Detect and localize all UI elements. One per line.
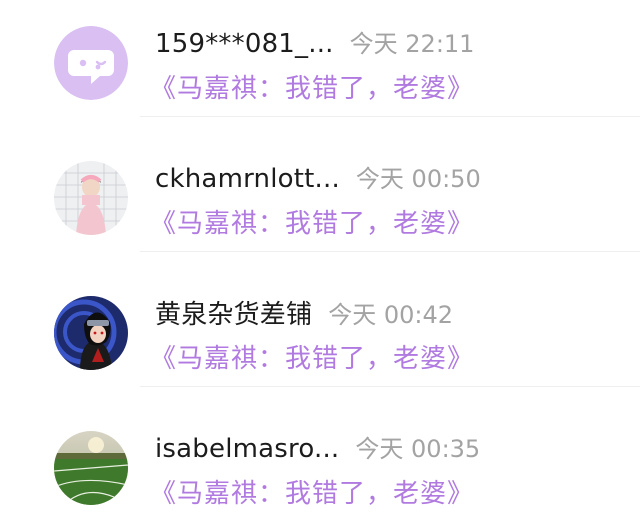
divider [140,116,640,117]
user-name[interactable]: 黄泉杂货差铺 [155,294,312,331]
timestamp: 今天 22:11 [349,30,475,58]
name-line: isabelmasro... 今天 00:35 [155,429,480,465]
name-line: 159***081_... 今天 22:11 [155,24,474,60]
conversation-item[interactable]: ckhamrnlott... 今天 00:50 《马嘉祺：我错了，老婆》 [0,135,640,270]
user-name[interactable]: 159***081_... [155,29,334,59]
timestamp: 今天 00:50 [355,165,481,193]
message-preview[interactable]: 《马嘉祺：我错了，老婆》 [150,203,474,240]
conversation-list: 159***081_... 今天 22:11 《马嘉祺：我错了，老婆》 ckha… [0,0,640,520]
message-preview[interactable]: 《马嘉祺：我错了，老婆》 [150,68,474,105]
avatar[interactable] [54,431,128,505]
timestamp: 今天 00:35 [355,435,481,463]
avatar[interactable] [54,26,128,100]
user-name[interactable]: ckhamrnlott... [155,164,340,194]
name-line: ckhamrnlott... 今天 00:50 [155,159,481,195]
divider [140,386,640,387]
avatar[interactable] [54,296,128,370]
name-line: 黄泉杂货差铺 今天 00:42 [155,294,453,330]
message-preview[interactable]: 《马嘉祺：我错了，老婆》 [150,473,474,510]
anime-character-avatar [54,296,128,370]
avatar[interactable] [54,161,128,235]
message-preview[interactable]: 《马嘉祺：我错了，老婆》 [150,338,474,375]
conversation-item[interactable]: isabelmasro... 今天 00:35 《马嘉祺：我错了，老婆》 [0,405,640,520]
conversation-item[interactable]: 159***081_... 今天 22:11 《马嘉祺：我错了，老婆》 [0,0,640,135]
default-avatar-chat-icon [54,26,128,100]
user-name[interactable]: isabelmasro... [155,434,339,464]
soccer-field-avatar [54,431,128,505]
timestamp: 今天 00:42 [328,301,453,329]
photo-avatar-girl-pink [54,161,128,235]
divider [140,251,640,252]
conversation-item[interactable]: 黄泉杂货差铺 今天 00:42 《马嘉祺：我错了，老婆》 [0,270,640,405]
